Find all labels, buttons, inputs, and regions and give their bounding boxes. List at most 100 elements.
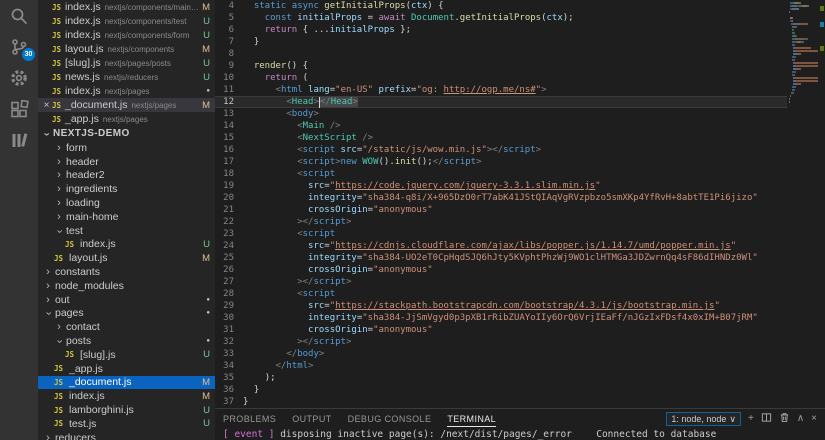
open-editor-item[interactable]: JS index.js nextjs/pages ● — [38, 84, 215, 98]
code-line[interactable]: 12 <Head></Head> — [215, 96, 787, 108]
tree-item[interactable]: › posts ● — [38, 334, 215, 348]
code-line[interactable]: 10 return ( — [215, 72, 787, 84]
open-editor-item[interactable]: JS layout.js nextjs/components M — [38, 42, 215, 56]
tree-item[interactable]: › loading — [38, 196, 215, 210]
tree-item[interactable]: › node_modules — [38, 279, 215, 293]
code-line[interactable]: 24 src="https://cdnjs.cloudflare.com/aja… — [215, 240, 787, 252]
minimap-line — [789, 53, 818, 55]
code-line[interactable]: 16 <script src="/static/js/wow.min.js"><… — [215, 144, 787, 156]
tree-item[interactable]: › pages ● — [38, 307, 215, 321]
code-line[interactable]: 28 <script — [215, 288, 787, 300]
code-line[interactable]: 29 src="https://stackpath.bootstrapcdn.c… — [215, 300, 787, 312]
source-control-icon[interactable]: 30 — [0, 31, 38, 62]
code-line[interactable]: 18 <script — [215, 168, 787, 180]
trash-icon[interactable] — [779, 412, 790, 426]
code-line[interactable]: 33 </body> — [215, 348, 787, 360]
tree-item[interactable]: JS lamborghini.js U — [38, 403, 215, 417]
tree-item[interactable]: › reducers — [38, 431, 215, 440]
maximize-panel-icon[interactable]: ∧ — [797, 414, 804, 424]
tree-item[interactable]: › test — [38, 224, 215, 238]
minimap[interactable] — [787, 0, 819, 408]
open-editor-item[interactable]: JSindex.jsnextjs/components/main-homeM — [38, 0, 215, 14]
code-line[interactable]: 27 ></script> — [215, 276, 787, 288]
code-line[interactable]: 37} — [215, 396, 787, 408]
code-line[interactable]: 21 crossOrigin="anonymous" — [215, 204, 787, 216]
panel-tab-output[interactable]: OUTPUT — [292, 411, 331, 427]
code-line[interactable]: 36 } — [215, 384, 787, 396]
code-line[interactable]: 35 ); — [215, 372, 787, 384]
tree-item[interactable]: › header2 — [38, 169, 215, 183]
code-line[interactable]: 20 integrity="sha384-q8i/X+965DzO0rT7abK… — [215, 192, 787, 204]
code-line-content: integrity="sha384-q8i/X+965DzO0rT7abK41J… — [308, 193, 758, 203]
code-line[interactable]: 14 <Main /> — [215, 120, 787, 132]
tree-item[interactable]: › contact — [38, 320, 215, 334]
code-line[interactable]: 31 crossOrigin="anonymous" — [215, 324, 787, 336]
file-name: [slug].js — [80, 348, 116, 361]
tree-item[interactable]: › constants — [38, 265, 215, 279]
minimap-line — [789, 29, 818, 31]
panel-tab-terminal[interactable]: TERMINAL — [447, 411, 497, 427]
code-editor[interactable]: 4 static async getInitialProps(ctx) {5 c… — [215, 0, 825, 408]
code-line[interactable]: 7 } — [215, 36, 787, 48]
library-icon[interactable] — [0, 124, 38, 155]
tree-item[interactable]: JS index.js U — [38, 238, 215, 252]
open-editor-item[interactable]: JS [slug].js nextjs/pages/posts U — [38, 56, 215, 70]
minimap-line — [789, 92, 818, 94]
code-line[interactable]: 23 <script — [215, 228, 787, 240]
code-line[interactable]: 6 return { ...initialProps }; — [215, 24, 787, 36]
terminal-output[interactable]: [ event ] disposing inactive page(s): /n… — [215, 429, 825, 440]
explorer-sidebar: JSindex.jsnextjs/components/main-homeMJS… — [38, 0, 215, 440]
minimap-line — [789, 35, 818, 37]
settings-gear-icon[interactable] — [0, 62, 38, 93]
terminal-pane-left[interactable]: [ event ] disposing inactive page(s): /n… — [223, 429, 596, 440]
code-line[interactable]: 30 integrity="sha384-JjSmVgyd0p3pXB1rRib… — [215, 312, 787, 324]
tree-item[interactable]: › ingredients — [38, 182, 215, 196]
tree-item[interactable]: JS [slug].js U — [38, 348, 215, 362]
close-icon[interactable]: × — [41, 100, 52, 111]
code-line[interactable]: 17 <script>new WOW().init();</script> — [215, 156, 787, 168]
code-line[interactable]: 4 static async getInitialProps(ctx) { — [215, 0, 787, 12]
open-editor-item[interactable]: JS _app.js nextjs/pages — [38, 112, 215, 126]
terminal-pane-right[interactable]: Connected to database — [596, 429, 825, 440]
tree-item[interactable]: JS index.js M — [38, 389, 215, 403]
open-editor-item[interactable]: JS news.js nextjs/reducers U — [38, 70, 215, 84]
tree-item[interactable]: › out ● — [38, 293, 215, 307]
folder-name: contact — [66, 321, 100, 334]
code-line[interactable]: 32 ></script> — [215, 336, 787, 348]
split-terminal-icon[interactable] — [761, 412, 772, 426]
js-file-icon: JS — [52, 100, 62, 110]
terminal-event-message: disposing inactive page(s): /next/dist/p… — [274, 429, 572, 440]
code-line[interactable]: 11 <html lang="en-US" prefix="og: http:/… — [215, 84, 787, 96]
new-terminal-icon[interactable]: + — [748, 414, 754, 424]
tree-item[interactable]: JS _document.js M — [38, 375, 215, 390]
tree-item[interactable]: › main-home — [38, 210, 215, 224]
open-editor-item[interactable]: JS index.js nextjs/components/test U — [38, 14, 215, 28]
code-line[interactable]: 9 render() { — [215, 60, 787, 72]
code-line[interactable]: 5 const initialProps = await Document.ge… — [215, 12, 787, 24]
tree-item[interactable]: › form — [38, 141, 215, 155]
code-line[interactable]: 26 crossOrigin="anonymous" — [215, 264, 787, 276]
code-line[interactable]: 13 <body> — [215, 108, 787, 120]
panel-tab-problems[interactable]: PROBLEMS — [223, 411, 276, 427]
code-line[interactable]: 15 <NextScript /> — [215, 132, 787, 144]
open-editor-item[interactable]: JS index.js nextjs/components/form U — [38, 28, 215, 42]
code-line-content: </html> — [275, 361, 314, 371]
workspace-section-header[interactable]: › NEXTJS-DEMO — [38, 126, 215, 141]
close-panel-icon[interactable]: × — [811, 414, 817, 424]
line-number: 24 — [223, 241, 234, 251]
tree-item[interactable]: JS test.js U — [38, 417, 215, 431]
tree-item[interactable]: › header — [38, 155, 215, 169]
code-line[interactable]: 8 — [215, 48, 787, 60]
tree-item[interactable]: JS _app.js — [38, 362, 215, 376]
extensions-icon[interactable] — [0, 93, 38, 124]
code-line[interactable]: 25 integrity="sha384-UO2eT0CpHqdSJQ6hJty… — [215, 252, 787, 264]
tree-item[interactable]: JS layout.js M — [38, 251, 215, 265]
code-line[interactable]: 34 </html> — [215, 360, 787, 372]
code-line-content: integrity="sha384-JjSmVgyd0p3pXB1rRibZUA… — [308, 313, 758, 323]
terminal-selector-dropdown[interactable]: 1: node, node ∨ — [666, 412, 741, 426]
code-line[interactable]: 22 ></script> — [215, 216, 787, 228]
search-icon[interactable] — [0, 0, 38, 31]
open-editor-item[interactable]: × JS _document.js nextjs/pages M — [38, 98, 215, 112]
code-line[interactable]: 19 src="https://code.jquery.com/jquery-3… — [215, 180, 787, 192]
panel-tab-debug-console[interactable]: DEBUG CONSOLE — [348, 411, 432, 427]
